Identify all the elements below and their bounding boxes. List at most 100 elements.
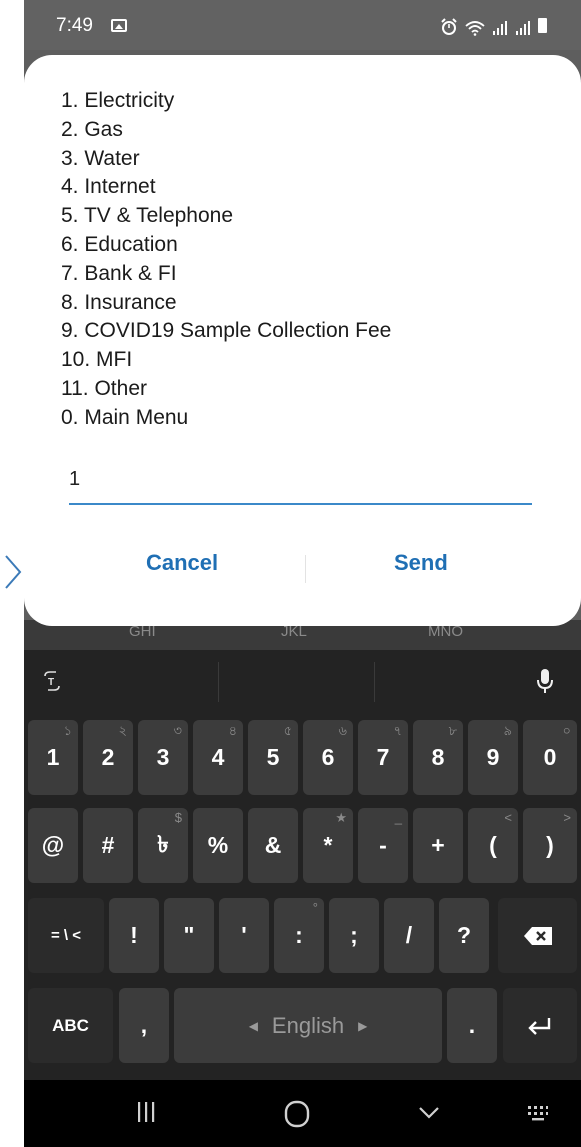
menu-line: 8. Insurance <box>61 290 177 314</box>
key-label: % <box>207 832 229 858</box>
key-sub-label: ★ <box>335 810 347 825</box>
key-label: " <box>183 922 195 948</box>
key-label: 7 <box>376 744 390 770</box>
recents-icon[interactable] <box>136 1100 156 1124</box>
key-period[interactable]: . <box>447 988 497 1063</box>
key-label: = \ < <box>50 927 82 944</box>
back-icon[interactable] <box>418 1106 440 1120</box>
key-label: , <box>140 1012 148 1038</box>
key-sub-label: < <box>504 810 512 825</box>
key-sub-label: ৭ <box>393 723 402 738</box>
key-label: 5 <box>266 744 280 770</box>
button-divider <box>305 555 306 583</box>
enter-icon <box>528 1017 551 1035</box>
backspace-key[interactable] <box>498 898 577 973</box>
key-comma[interactable]: , <box>119 988 169 1063</box>
key-9[interactable]: 9৯ <box>468 720 518 795</box>
key-open-paren[interactable]: (< <box>468 808 518 883</box>
key-label: ! <box>130 922 138 948</box>
menu-line: 10. MFI <box>61 348 133 372</box>
key-sub-label: ৮ <box>448 723 457 738</box>
key-asterisk[interactable]: * ★ <box>303 808 353 883</box>
key-label: 8 <box>431 744 445 770</box>
keyboard-toolbar: T <box>24 650 581 715</box>
enter-key[interactable] <box>503 988 577 1063</box>
phone-screen: 7:49 GHI JKL MNO 1. Electricity 2. Gas 3… <box>24 0 581 1147</box>
key-label: 1 <box>46 744 60 770</box>
key-3[interactable]: 3৩ <box>138 720 188 795</box>
key-label: 0 <box>543 744 557 770</box>
key-sub-label: ১ <box>63 723 72 738</box>
key-label: ) <box>546 832 554 858</box>
key-semicolon[interactable]: ; <box>329 898 379 973</box>
ussd-input-wrapper <box>69 459 532 505</box>
ussd-dialog: 1. Electricity 2. Gas 3. Water 4. Intern… <box>24 55 581 626</box>
key-sub-label: ৯ <box>503 723 512 738</box>
key-label: English <box>271 1012 345 1038</box>
key-sub-label: > <box>563 810 571 825</box>
abc-key[interactable]: ABC <box>28 988 113 1063</box>
key-plus[interactable]: + <box>413 808 463 883</box>
menu-line: 11. Other <box>61 376 147 400</box>
key-hash[interactable]: # <box>83 808 133 883</box>
key-more-symbols[interactable]: = \ < <box>28 898 104 973</box>
status-time: 7:49 <box>56 15 93 36</box>
key-label: & <box>264 832 282 858</box>
key-colon[interactable]: : ° <box>274 898 324 973</box>
translate-icon[interactable]: T <box>41 670 63 692</box>
key-single-quote[interactable]: ' <box>219 898 269 973</box>
menu-line: 4. Internet <box>61 175 156 199</box>
menu-line: 2. Gas <box>61 117 123 141</box>
svg-text:T: T <box>48 677 54 688</box>
menu-line: 7. Bank & FI <box>61 261 177 285</box>
toolbar-separator <box>218 662 219 702</box>
toolbar-separator <box>374 662 375 702</box>
key-at[interactable]: @ <box>28 808 78 883</box>
key-sub-label: ৪ <box>228 723 237 738</box>
key-5[interactable]: 5৫ <box>248 720 298 795</box>
key-taka[interactable]: ৳ $ <box>138 808 188 883</box>
key-label: - <box>379 832 387 858</box>
menu-line: 6. Education <box>61 232 178 256</box>
key-ampersand[interactable]: & <box>248 808 298 883</box>
home-icon[interactable] <box>284 1100 310 1128</box>
key-label: * <box>323 832 333 858</box>
key-slash[interactable]: / <box>384 898 434 973</box>
key-label: 2 <box>101 744 115 770</box>
backspace-icon <box>523 926 552 945</box>
key-sub-label: ০ <box>562 723 571 738</box>
signal-icon <box>516 21 530 35</box>
microphone-icon[interactable] <box>537 668 553 694</box>
menu-line: 1. Electricity <box>61 89 175 112</box>
space-key[interactable]: ◀ English ▶ <box>174 988 442 1063</box>
ussd-reply-input[interactable] <box>69 459 532 499</box>
language-prev-icon: ◀ <box>248 1018 258 1033</box>
key-double-quote[interactable]: " <box>164 898 214 973</box>
key-sub-label: ৫ <box>283 723 292 738</box>
key-label: @ <box>41 832 65 858</box>
key-sub-label: ২ <box>118 723 127 738</box>
key-label: ; <box>350 922 358 948</box>
key-2[interactable]: 2২ <box>83 720 133 795</box>
key-close-paren[interactable]: ) > <box>523 808 577 883</box>
key-label: ' <box>241 922 247 948</box>
ussd-menu-text: 1. Electricity 2. Gas 3. Water 4. Intern… <box>61 87 551 433</box>
keyboard-icon[interactable] <box>527 1104 549 1122</box>
key-sub-label: _ <box>394 810 402 825</box>
send-button[interactable]: Send <box>394 550 448 576</box>
key-label: ( <box>489 832 497 858</box>
key-label: 4 <box>211 744 225 770</box>
key-percent[interactable]: % <box>193 808 243 883</box>
key-minus[interactable]: - _ <box>358 808 408 883</box>
key-4[interactable]: 4৪ <box>193 720 243 795</box>
key-exclamation[interactable]: ! <box>109 898 159 973</box>
key-7[interactable]: 7৭ <box>358 720 408 795</box>
key-0[interactable]: 0০ <box>523 720 577 795</box>
key-8[interactable]: 8৮ <box>413 720 463 795</box>
key-question[interactable]: ? <box>439 898 489 973</box>
cancel-button[interactable]: Cancel <box>146 550 218 576</box>
key-1[interactable]: 1১ <box>28 720 78 795</box>
key-label: 9 <box>486 744 500 770</box>
battery-icon <box>538 18 547 33</box>
key-6[interactable]: 6৬ <box>303 720 353 795</box>
